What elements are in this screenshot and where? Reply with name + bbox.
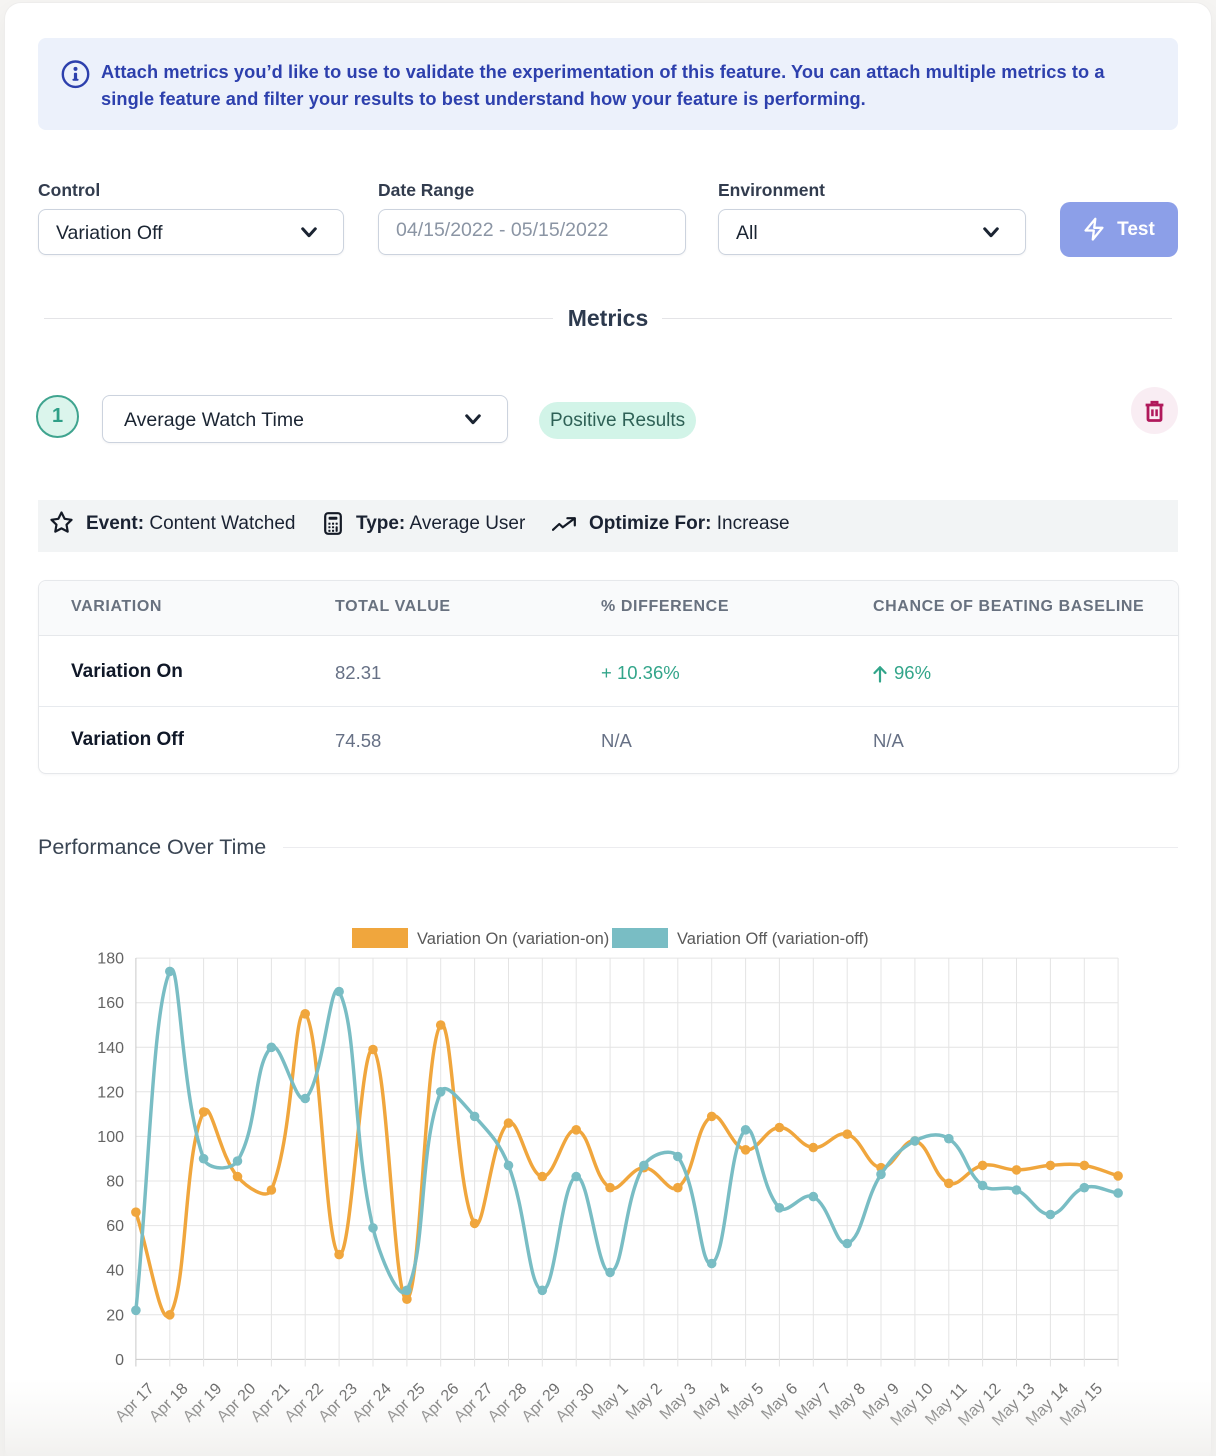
svg-text:0: 0 <box>115 1352 124 1369</box>
svg-text:140: 140 <box>97 1040 124 1057</box>
svg-text:20: 20 <box>106 1307 124 1324</box>
svg-text:160: 160 <box>97 995 124 1012</box>
svg-text:Variation On (variation-on): Variation On (variation-on) <box>417 930 609 948</box>
svg-text:100: 100 <box>97 1129 124 1146</box>
svg-text:40: 40 <box>106 1263 124 1280</box>
svg-text:180: 180 <box>97 951 124 968</box>
svg-text:80: 80 <box>106 1174 124 1191</box>
svg-text:Variation Off (variation-off): Variation Off (variation-off) <box>677 930 869 948</box>
svg-text:60: 60 <box>106 1218 124 1235</box>
svg-text:120: 120 <box>97 1084 124 1101</box>
